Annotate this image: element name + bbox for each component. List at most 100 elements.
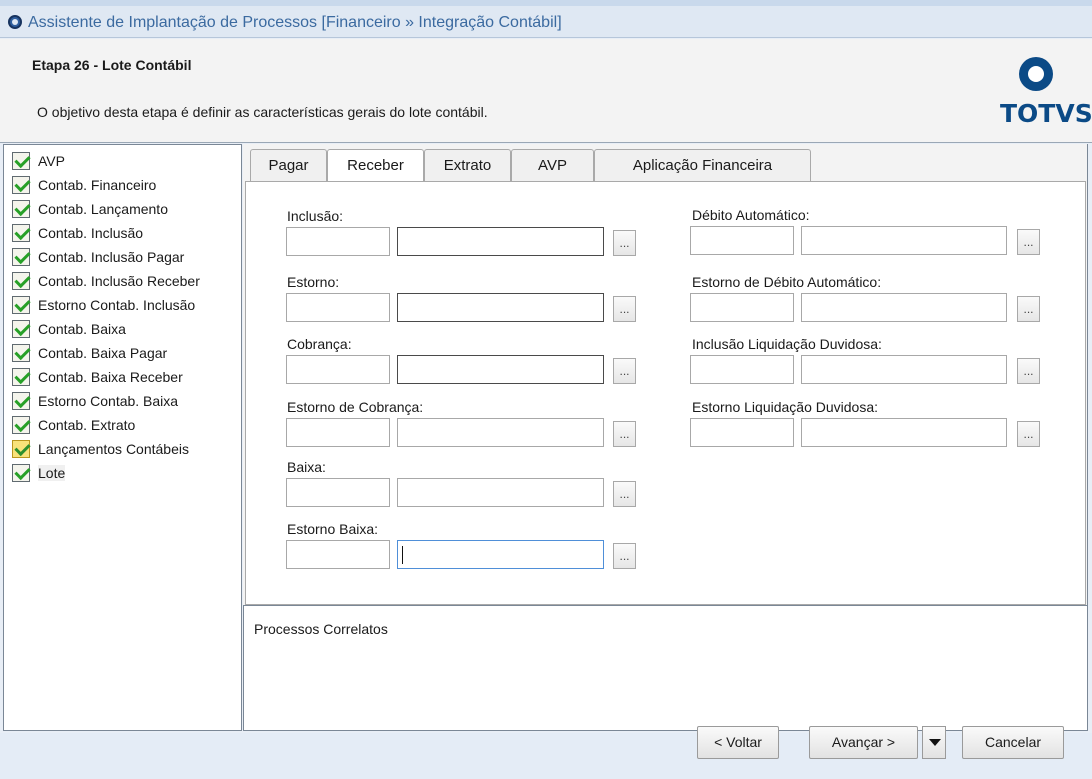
inclusao-liquidacao-duvidosa-code-input[interactable] [690,355,794,384]
tab-receber[interactable]: Receber [327,149,424,182]
tree-item-label: AVP [38,152,65,169]
tree-item-contab-baixa-pagar[interactable]: Contab. Baixa Pagar [12,341,167,364]
estorno-liquidacao-duvidosa-description-input[interactable] [801,418,1007,447]
next-dropdown-button[interactable] [922,726,946,759]
window-title: Assistente de Implantação de Processos [… [28,14,562,31]
tree-item-contab-inclusao-pagar[interactable]: Contab. Inclusão Pagar [12,245,184,268]
tree-item-contab-financeiro[interactable]: Contab. Financeiro [12,173,156,196]
cobranca-lookup-button[interactable]: ... [613,358,636,384]
tree-item-label: Estorno Contab. Inclusão [38,296,196,313]
tree-item-contab-inclusao[interactable]: Contab. Inclusão [12,221,143,244]
check-icon [12,463,30,482]
tree-item-estorno-contab-inclusao[interactable]: Estorno Contab. Inclusão [12,293,195,316]
check-icon [12,319,30,338]
estorno-baixa-label: Estorno Baixa: [287,521,379,537]
debito-automatico-lookup-button[interactable]: ... [1017,229,1040,255]
estorno-debito-automatico-code-input[interactable] [690,293,794,322]
tree-item-label: Contab. Extrato [38,416,136,433]
tree-item-estorno-contab-baixa[interactable]: Estorno Contab. Baixa [12,389,178,412]
inclusao-liquidacao-duvidosa-label: Inclusão Liquidação Duvidosa: [692,336,882,352]
processos-correlatos-label: Processos Correlatos [254,621,388,637]
tree-item-contab-baixa-receber[interactable]: Contab. Baixa Receber [12,365,183,388]
wizard-header: Etapa 26 - Lote Contábil O objetivo dest… [0,39,1092,143]
tree-item-contab-inclusao-receber[interactable]: Contab. Inclusão Receber [12,269,200,292]
warning-check-icon [12,439,30,458]
inclusao-liquidacao-duvidosa-description-input[interactable] [801,355,1007,384]
estorno-debito-automatico-label: Estorno de Débito Automático: [692,274,882,290]
estorno-debito-automatico-lookup-button[interactable]: ... [1017,296,1040,322]
tab-extrato[interactable]: Extrato [424,149,511,181]
estorno-baixa-lookup-button[interactable]: ... [613,543,636,569]
estorno-debito-automatico-description-input[interactable] [801,293,1007,322]
tree-item-label: Contab. Financeiro [38,176,157,193]
tab-pagar[interactable]: Pagar [250,149,327,181]
estorno-cobranca-code-input[interactable] [286,418,390,447]
tree-item-lancamentos-contabeis[interactable]: Lançamentos Contábeis [12,437,189,460]
tree-item-lote[interactable]: Lote [12,461,66,484]
debito-automatico-description-input[interactable] [801,226,1007,255]
check-icon [12,199,30,218]
cobranca-description-input[interactable] [397,355,604,384]
processos-correlatos-panel: Processos Correlatos [243,605,1088,731]
check-icon [12,151,30,170]
check-icon [12,175,30,194]
back-button[interactable]: < Voltar [697,726,779,759]
step-description: O objetivo desta etapa é definir as cara… [37,104,488,120]
next-button[interactable]: Avançar > [809,726,918,759]
app-icon [8,15,22,29]
estorno-cobranca-description-input[interactable] [397,418,604,447]
inclusao-liquidacao-duvidosa-lookup-button[interactable]: ... [1017,358,1040,384]
tree-item-label: Contab. Inclusão Pagar [38,248,185,265]
tree-item-avp[interactable]: AVP [12,149,65,172]
check-icon [12,223,30,242]
tree-item-contab-extrato[interactable]: Contab. Extrato [12,413,135,436]
tree-item-label: Lote [38,464,66,481]
estorno-baixa-code-input[interactable] [286,540,390,569]
totvs-logo-icon [1019,57,1053,91]
cobranca-code-input[interactable] [286,355,390,384]
estorno-lookup-button[interactable]: ... [613,296,636,322]
baixa-lookup-button[interactable]: ... [613,481,636,507]
tree-item-label: Contab. Baixa Receber [38,368,183,385]
tree-item-label: Contab. Inclusão Receber [38,272,200,289]
estorno-cobranca-lookup-button[interactable]: ... [613,421,636,447]
cancel-button[interactable]: Cancelar [962,726,1064,759]
inclusao-lookup-button[interactable]: ... [613,230,636,256]
title-bar: Assistente de Implantação de Processos [… [0,6,1092,38]
tree-item-label: Contab. Lançamento [38,200,168,217]
debito-automatico-code-input[interactable] [690,226,794,255]
baixa-code-input[interactable] [286,478,390,507]
step-tree: AVP Contab. Financeiro Contab. Lançament… [3,144,242,731]
tree-item-label: Contab. Baixa [38,320,126,337]
estorno-cobranca-label: Estorno de Cobrança: [287,399,424,415]
check-icon [12,415,30,434]
estorno-baixa-description-input[interactable] [397,540,604,569]
wizard-footer: < Voltar Avançar > Cancelar [0,726,1092,779]
check-icon [12,247,30,266]
totvs-logo-text: TOTVS [1000,99,1092,128]
inclusao-description-input[interactable] [397,227,604,256]
step-title: Etapa 26 - Lote Contábil [32,57,192,73]
check-icon [12,343,30,362]
estorno-liquidacao-duvidosa-label: Estorno Liquidação Duvidosa: [692,399,879,415]
estorno-code-input[interactable] [286,293,390,322]
baixa-description-input[interactable] [397,478,604,507]
tree-item-label: Lançamentos Contábeis [38,440,189,457]
estorno-liquidacao-duvidosa-lookup-button[interactable]: ... [1017,421,1040,447]
estorno-description-input[interactable] [397,293,604,322]
estorno-label: Estorno: [287,274,340,290]
estorno-liquidacao-duvidosa-code-input[interactable] [690,418,794,447]
inclusao-label: Inclusão: [287,208,344,224]
tree-item-label: Estorno Contab. Baixa [38,392,179,409]
tab-avp[interactable]: AVP [511,149,594,181]
tree-item-label: Contab. Inclusão [38,224,144,241]
tab-aplicacao-financeira[interactable]: Aplicação Financeira [594,149,811,181]
inclusao-code-input[interactable] [286,227,390,256]
text-caret [402,546,403,564]
check-icon [12,271,30,290]
cobranca-label: Cobrança: [287,336,352,352]
tree-item-label: Contab. Baixa Pagar [38,344,168,361]
totvs-logo: TOTVS [982,55,1092,135]
tree-item-contab-baixa[interactable]: Contab. Baixa [12,317,126,340]
tree-item-contab-lancamento[interactable]: Contab. Lançamento [12,197,168,220]
